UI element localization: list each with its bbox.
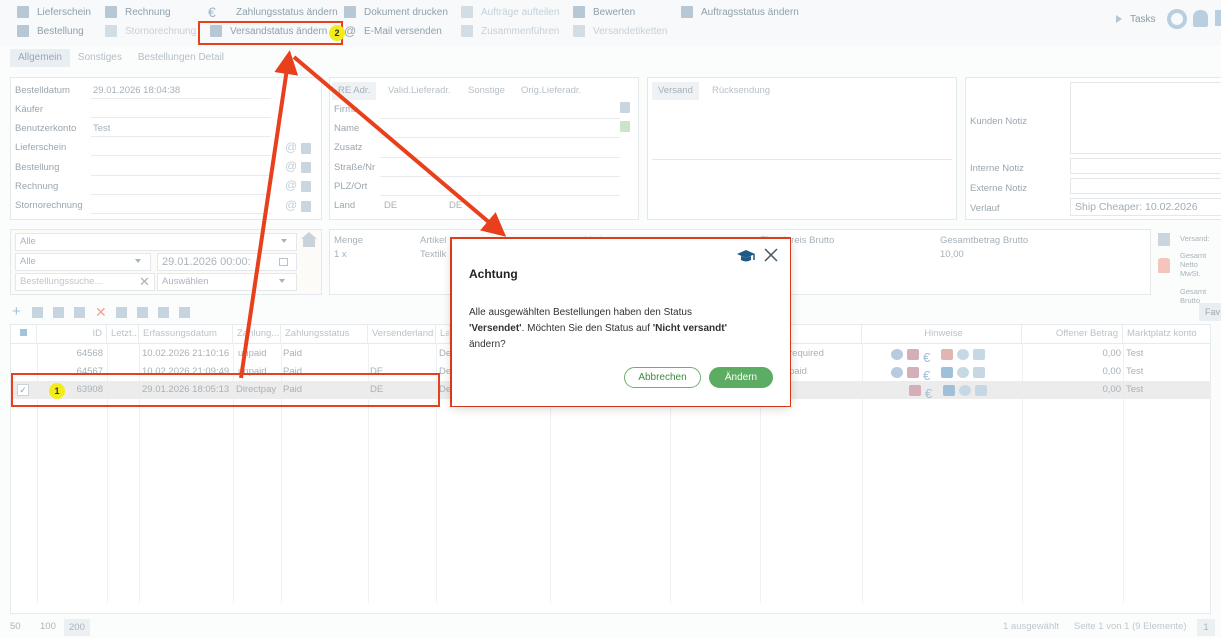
arrow-toolbar-to-dialog (292, 55, 507, 237)
confirm-dialog: Achtung Alle ausgewählten Bestellungen h… (452, 239, 790, 406)
confirm-button[interactable]: Ändern (709, 367, 773, 388)
dialog-title: Achtung (469, 267, 518, 281)
status-from: 'Versendet' (469, 323, 522, 334)
status-to: 'Nicht versandt' (652, 323, 727, 334)
annotation-badge-2: 2 (329, 25, 345, 41)
arrow-row-to-toolbar (239, 50, 299, 379)
close-icon[interactable] (764, 248, 778, 262)
dialog-message: Alle ausgewählten Bestellungen haben den… (469, 307, 727, 350)
annotation-badge-1: 1 (49, 383, 65, 399)
graduation-cap-icon[interactable] (736, 249, 756, 263)
cancel-button[interactable]: Abbrechen (624, 367, 701, 388)
